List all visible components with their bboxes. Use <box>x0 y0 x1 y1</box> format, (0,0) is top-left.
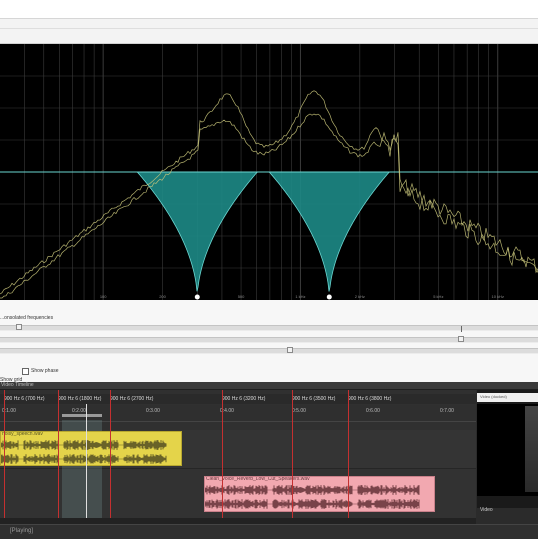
eq-node <box>194 294 200 300</box>
ruler-label: 0:6.00 <box>366 408 380 414</box>
timeline-tab-label[interactable]: Video Timeline <box>1 382 34 388</box>
marker-label[interactable]: 900 Hz 6 (2700 Hz) <box>110 396 153 402</box>
timeline-panel: Video Timeline 900 Hz 6 (700 Hz) 900 Hz … <box>0 382 538 539</box>
top-toolbar <box>0 0 538 19</box>
clip-1-waveform <box>1 440 167 464</box>
ruler-label: 0:5.00 <box>292 408 306 414</box>
audio-clip-2[interactable]: Clean_Voice_Reverb_Low_Cut_Speakers.wav <box>204 476 435 512</box>
freq-tick-label: 2 kHz <box>355 294 365 299</box>
marker-label[interactable]: 900 Hz 6 (700 Hz) <box>4 396 45 402</box>
spectrum-trace <box>0 90 538 295</box>
playhead[interactable] <box>86 404 87 518</box>
marker-label[interactable]: 900 Hz 6 (1800 Hz) <box>58 396 101 402</box>
freq-tick-label: 500 <box>238 294 245 299</box>
marker-label[interactable]: 900 Hz 6 (3500 Hz) <box>292 396 335 402</box>
timeline-tab-bar: Video Timeline <box>0 382 538 390</box>
show-phase-checkbox[interactable] <box>22 367 29 375</box>
eq-curve <box>0 171 538 292</box>
video-footer[interactable]: Video <box>480 498 493 513</box>
audio-clip-1[interactable]: noisy_speech.wav <box>0 431 182 466</box>
slider-thumb-3[interactable] <box>287 347 294 353</box>
slider-thumb-1[interactable] <box>15 324 22 330</box>
waveform-channel <box>205 499 420 509</box>
slider-track-3[interactable] <box>0 347 538 354</box>
video-frame[interactable] <box>477 404 538 496</box>
slider-track-2[interactable] <box>0 336 538 343</box>
marker-label[interactable]: 900 Hz 6 (3800 Hz) <box>348 396 391 402</box>
slider-2-tick <box>461 326 462 332</box>
marker-line <box>58 390 59 518</box>
ruler-label: 0:7.00 <box>440 408 454 414</box>
marker-label[interactable]: 900 Hz 6 (3200 Hz) <box>222 396 265 402</box>
loop-region[interactable] <box>62 414 102 417</box>
video-title: Video (docked) <box>480 394 507 399</box>
show-phase-option[interactable]: Show phase <box>22 367 59 375</box>
freq-tick-label: 200 <box>159 294 166 299</box>
show-grid-option[interactable]: Show grid <box>0 368 22 383</box>
marker-line <box>292 390 293 518</box>
waveform-channel <box>1 440 167 450</box>
slider-track-1[interactable] <box>0 324 538 331</box>
freq-tick-label: 100 <box>100 294 107 299</box>
freq-tick-label: 1 kHz <box>295 294 305 299</box>
video-panel: Video (docked) Video <box>477 390 538 513</box>
freq-tick-label: 10 kHz <box>492 294 504 299</box>
eq-node <box>326 294 332 300</box>
video-title-bar: Video (docked) <box>477 393 538 402</box>
sliders-area: ...onsolated frequencies Show grid Show … <box>0 300 538 383</box>
marker-row: 900 Hz 6 (700 Hz) 900 Hz 6 (1800 Hz) 900… <box>0 394 476 404</box>
spectrum-trace <box>0 113 538 299</box>
marker-line <box>222 390 223 518</box>
marker-line <box>110 390 111 518</box>
marker-line <box>4 390 5 518</box>
status-text: [Playing] <box>10 528 34 534</box>
waveform-channel <box>1 454 167 464</box>
eq-spectrum-panel[interactable]: 100 200 500 1 kHz 2 kHz 5 kHz 10 kHz <box>0 44 538 300</box>
eq-graph[interactable]: 100 200 500 1 kHz 2 kHz 5 kHz 10 kHz <box>0 44 538 300</box>
ruler-label: 0:3.00 <box>146 408 160 414</box>
clip-2-waveform <box>205 485 420 509</box>
freq-tick-label: 5 kHz <box>433 294 443 299</box>
status-bar: [Playing] <box>0 524 538 539</box>
video-content <box>525 406 538 492</box>
show-phase-label: Show phase <box>31 368 59 374</box>
video-footer-label: Video <box>480 507 493 513</box>
waveform-channel <box>205 485 420 495</box>
slider-thumb-2[interactable] <box>457 336 464 342</box>
toolbar-strip <box>0 19 538 44</box>
sliders-label: ...onsolated frequencies <box>0 315 54 321</box>
marker-line <box>348 390 349 518</box>
timeline-tracks[interactable]: 900 Hz 6 (700 Hz) 900 Hz 6 (1800 Hz) 900… <box>0 390 476 518</box>
